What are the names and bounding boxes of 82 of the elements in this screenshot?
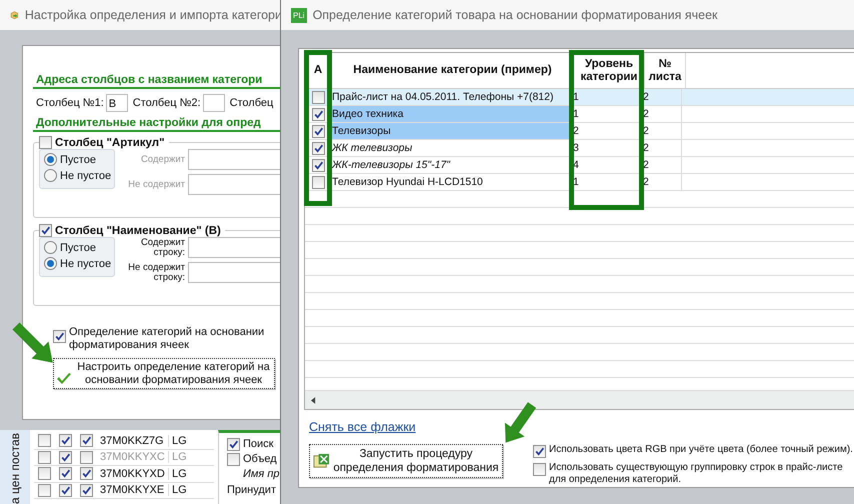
checkbox-label: Определение категорий на основании форматирования ячеек [69,326,266,352]
field-label: Столбец №1: [36,97,104,109]
input-field[interactable] [202,94,225,112]
checkbox[interactable] [312,158,324,172]
checkbox[interactable] [80,484,93,497]
table-cell: Прайс-лист на 04.05.2011. Телефоны +7(812) [331,89,572,105]
table-cell-text: 37M0KKZ7G [99,434,165,447]
scroll-left-icon[interactable] [311,396,316,404]
radio-button[interactable] [44,241,57,254]
field-label: Принудит [227,484,277,497]
field-label: Содержит [140,154,185,164]
checkbox-label: Поиск [243,438,274,451]
table-cell: Видео техника [331,106,572,122]
spreadsheet-icon [313,452,330,470]
checkbox[interactable] [38,484,51,497]
checkbox[interactable] [80,467,93,480]
clear-all-link[interactable]: Снять все флажки [309,420,416,434]
scrollbar[interactable] [305,390,854,409]
checkbox[interactable] [533,463,546,476]
field-label: Содержит строку: [140,238,185,258]
column-header[interactable]: № листа [645,53,686,88]
table-cell-text: 37M0KKYXE [99,484,166,496]
radio-label: Не пустое [60,258,112,270]
table-cell: 1 [572,89,642,105]
checkbox[interactable] [53,330,66,343]
field-label: Не содержит строку: [127,262,185,282]
field-label: Столбец [230,97,274,109]
radio-label: Пустое [60,154,96,166]
table-cell: 1 [572,106,642,122]
checkmark-icon [56,372,72,386]
checkbox[interactable] [312,124,324,138]
checkbox[interactable] [227,453,240,466]
setup-button[interactable]: Настроить определение категорий на основании форматирования ячеек [53,358,275,389]
checkbox-label: Использовать цвета RGB при учёте цвета (более точный режим). [549,444,853,456]
radio-button[interactable] [44,153,57,166]
column-header[interactable]: A [305,53,332,88]
checkbox[interactable] [312,108,324,120]
run-button[interactable]: Запустить процедуру определения форматирования [309,444,503,478]
radio-button[interactable] [44,257,57,270]
column-header[interactable]: Уровень категории [574,53,645,88]
checkbox[interactable] [39,136,52,149]
arrow [12,322,53,363]
group-title: Столбец "Артикул" [55,136,165,148]
checkbox[interactable] [38,467,51,480]
checkbox[interactable] [38,434,51,448]
checkbox[interactable] [227,438,240,451]
radio-button[interactable] [44,169,57,182]
column-header[interactable]: Наименование категории (пример) [332,53,574,88]
table-cell-text: 37M0KKYXD [99,468,166,480]
group-title: Столбец "Наименование" (B) [55,224,221,236]
table-cell: LG [168,451,192,464]
checkbox[interactable] [59,434,72,448]
table-cell: LG [168,468,192,480]
side-label: а цен постав [8,433,22,504]
table-cell-text: 37M0KKYXC [99,451,166,464]
checkbox-label: Объед [243,453,277,466]
input-field[interactable]: B [106,94,128,112]
checkbox[interactable] [59,484,72,497]
field-label: Имя пр [242,468,281,481]
checkbox[interactable] [80,434,93,448]
checkbox[interactable] [312,176,324,188]
checkbox[interactable] [312,142,324,154]
radio-label: Не пустое [60,170,112,182]
table-cell: Телевизор Hyundai H-LCD1510 [331,174,572,190]
table-cell: ЖК телевизоры [331,140,572,156]
table-cell: Телевизоры [331,123,572,139]
window-title: Определение категорий товара на основании форматирования ячеек [312,8,718,22]
app-icon: PLi [291,8,307,22]
table-cell: LG [168,434,192,447]
checkbox[interactable] [59,467,72,480]
field-label: Столбец №2: [132,97,201,109]
window-title: Настройка определения и импорта категори [24,8,282,22]
checkbox[interactable] [312,90,324,104]
field-label: Не содержит [127,180,185,190]
checkbox-label: Использовать существующую группировку строк в прайс-листе для определения категорий. [549,462,844,486]
radio-label: Пустое [60,242,96,254]
table-cell: ЖК-телевизоры 15"-17" [331,157,572,173]
checkbox[interactable] [39,224,52,237]
arrow [504,402,536,443]
table-cell: 1 [572,174,642,190]
checkbox[interactable] [533,445,546,458]
table-cell: LG [168,484,192,496]
